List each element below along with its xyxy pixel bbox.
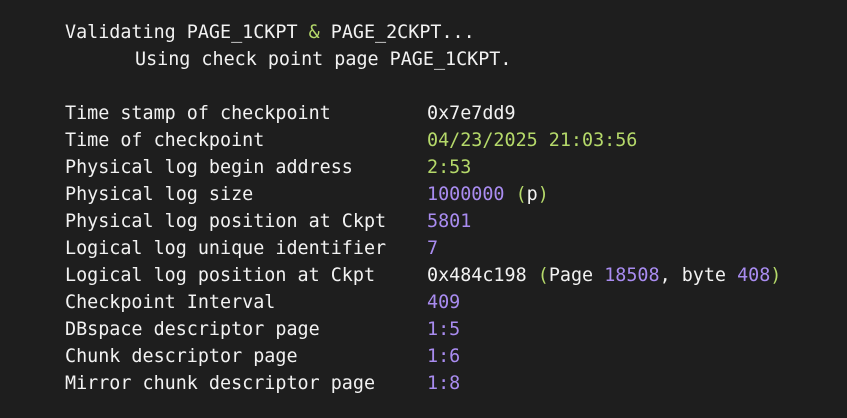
value-time: 04/23/2025 21:03:56 — [427, 130, 638, 151]
label-phys-pos: Physical log position at Ckpt — [65, 211, 387, 232]
row-phys-size: Physical log size 1000000 (p) — [65, 181, 549, 208]
value-log-uid: 7 — [427, 238, 439, 259]
value-mirror: 1:8 — [427, 373, 461, 394]
value-log-pos: 0x484c198 — [427, 265, 527, 286]
row-phys-pos: Physical log position at Ckpt 5801 — [65, 208, 471, 235]
ampersand: & — [308, 22, 320, 43]
label-mirror: Mirror chunk descriptor page — [65, 373, 376, 394]
row-phys-begin: Physical log begin address 2:53 — [65, 154, 471, 181]
label-phys-begin: Physical log begin address — [65, 157, 353, 178]
row-mirror: Mirror chunk descriptor page 1:8 — [65, 370, 460, 397]
value-phys-pos: 5801 — [427, 211, 472, 232]
value-chunk: 1:6 — [427, 346, 461, 367]
row-dbspace: DBspace descriptor page 1:5 — [65, 316, 460, 343]
validating-suffix: PAGE_2CKPT... — [330, 22, 475, 43]
validating-prefix: Validating PAGE_1CKPT — [65, 22, 298, 43]
paren-open: ( — [515, 184, 527, 205]
row-log-pos: Logical log position at Ckpt 0x484c198 (P… — [65, 262, 781, 289]
row-timestamp: Time stamp of checkpoint 0x7e7dd9 — [65, 100, 516, 127]
row-time: Time of checkpoint 04/23/2025 21:03:56 — [65, 127, 637, 154]
label-phys-size: Physical log size — [65, 184, 254, 205]
row-log-uid: Logical log unique identifier 7 — [65, 235, 438, 262]
terminal-output: Validating PAGE_1CKPT & PAGE_2CKPT... Us… — [0, 0, 847, 418]
unit-phys-size: p — [526, 184, 538, 205]
value-dbspace: 1:5 — [427, 319, 461, 340]
value-phys-begin: 2:53 — [427, 157, 472, 178]
label-chunk: Chunk descriptor page — [65, 346, 298, 367]
validating-line: Validating PAGE_1CKPT & PAGE_2CKPT... — [65, 19, 475, 46]
value-interval: 409 — [427, 292, 461, 313]
label-log-uid: Logical log unique identifier — [65, 238, 387, 259]
paren-close: ) — [770, 265, 782, 286]
label-time: Time of checkpoint — [65, 130, 265, 151]
row-chunk: Chunk descriptor page 1:6 — [65, 343, 460, 370]
comma-byte: , byte — [659, 265, 726, 286]
value-timestamp: 0x7e7dd9 — [427, 103, 516, 124]
paren-open: ( — [537, 265, 549, 286]
label-dbspace: DBspace descriptor page — [65, 319, 320, 340]
using-line: Using check point page PAGE_1CKPT. — [135, 49, 512, 70]
paren-close: ) — [537, 184, 549, 205]
page-word: Page — [548, 265, 594, 286]
label-log-pos: Logical log position at Ckpt — [65, 265, 376, 286]
byte-number: 408 — [737, 265, 771, 286]
label-timestamp: Time stamp of checkpoint — [65, 103, 331, 124]
page-number: 18508 — [604, 265, 660, 286]
row-interval: Checkpoint Interval 409 — [65, 289, 460, 316]
value-phys-size: 1000000 — [427, 184, 505, 205]
label-interval: Checkpoint Interval — [65, 292, 276, 313]
